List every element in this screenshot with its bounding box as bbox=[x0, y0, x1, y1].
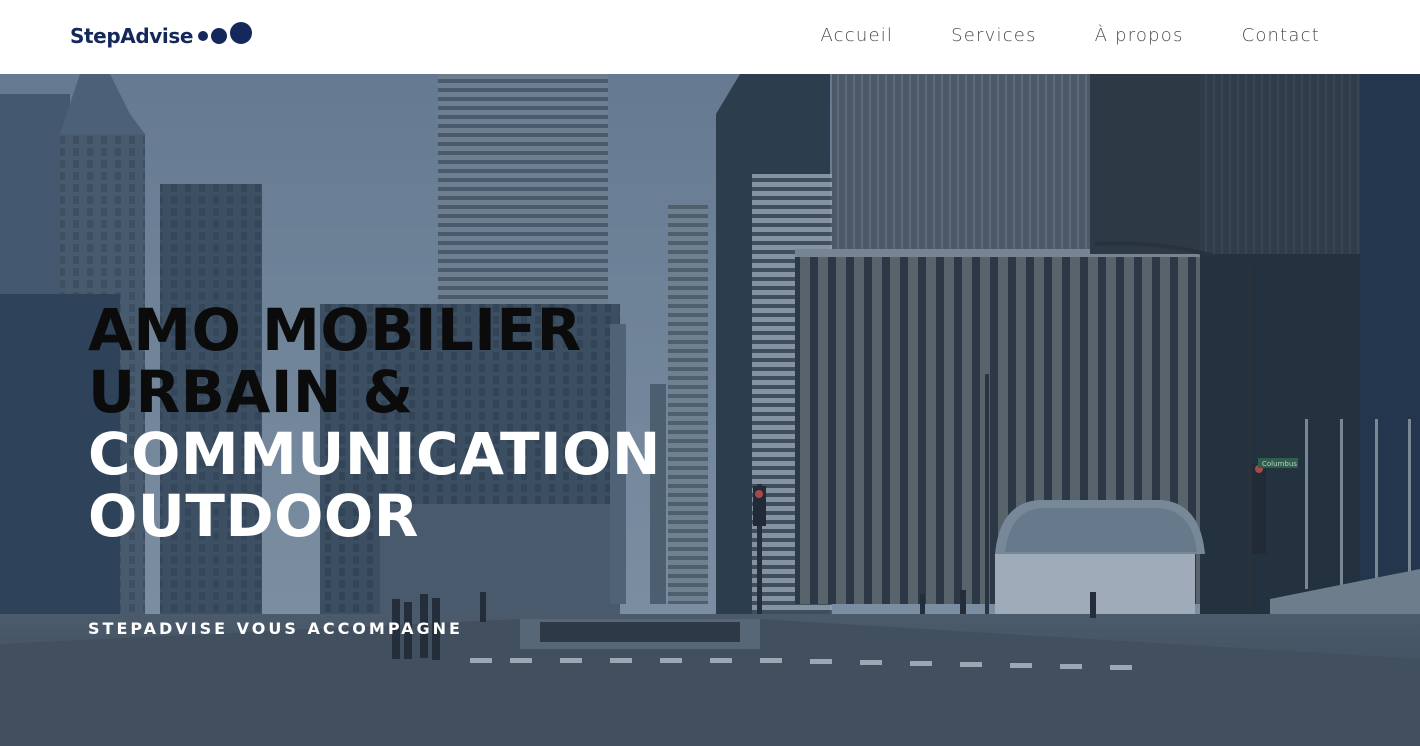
hero-headline: AMO MOBILIER URBAIN & COMMUNICATION OUTD… bbox=[88, 299, 661, 547]
logo-text: StepAdvise bbox=[70, 24, 194, 48]
headline-line-4: OUTDOOR bbox=[88, 482, 419, 550]
nav-contact[interactable]: Contact bbox=[1242, 25, 1320, 46]
headline-line-2: URBAIN & bbox=[88, 358, 414, 426]
nav-accueil[interactable]: Accueil bbox=[820, 25, 893, 46]
logo-dots-icon bbox=[198, 22, 253, 44]
main-nav: Accueil Services À propos Contact bbox=[820, 25, 1320, 46]
hero-section: Columbus AMO MOBILIER URBAIN & COMMUNICA… bbox=[0, 74, 1420, 746]
headline-line-3: COMMUNICATION bbox=[88, 420, 661, 488]
hero-tagline: STEPADVISE VOUS ACCOMPAGNE bbox=[88, 619, 463, 638]
nav-a-propos[interactable]: À propos bbox=[1095, 25, 1184, 46]
logo[interactable]: StepAdvise bbox=[70, 22, 253, 48]
site-header: StepAdvise Accueil Services À propos Con… bbox=[0, 0, 1420, 74]
nav-services[interactable]: Services bbox=[951, 25, 1037, 46]
headline-line-1: AMO MOBILIER bbox=[88, 296, 582, 364]
